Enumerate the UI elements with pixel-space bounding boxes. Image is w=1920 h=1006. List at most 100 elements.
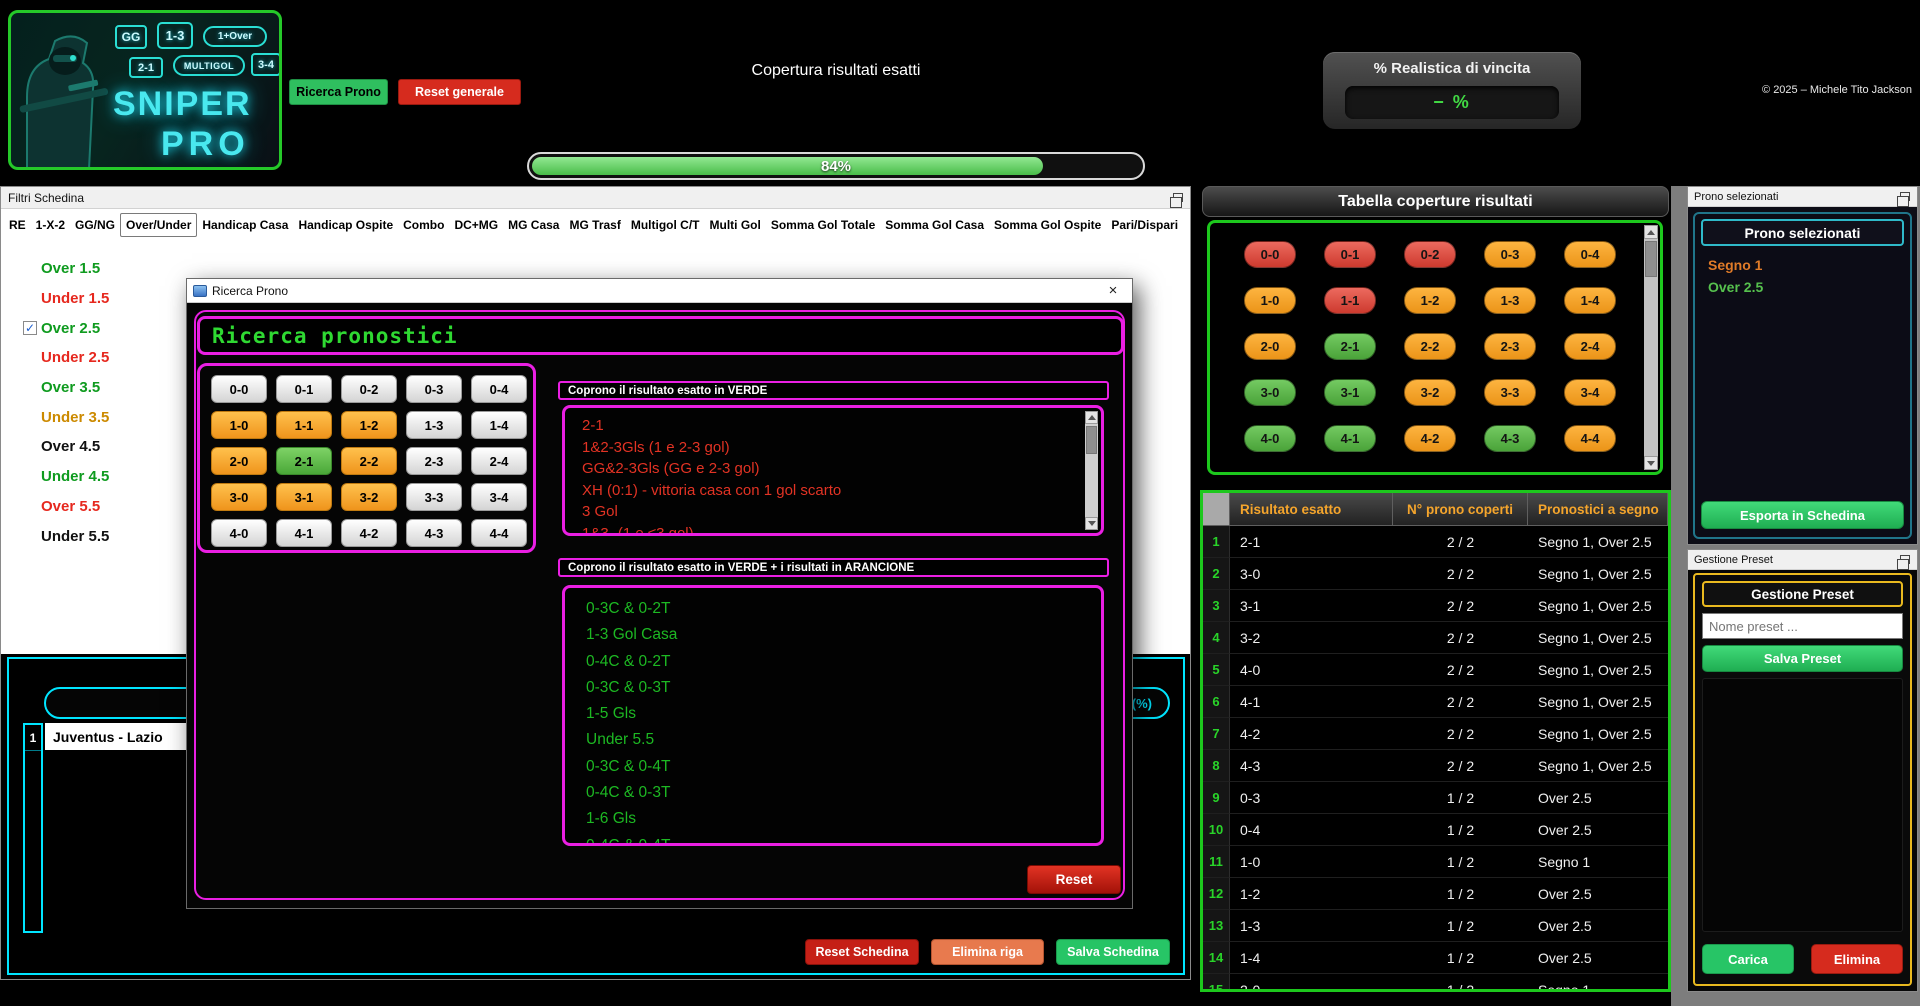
- score-button-0-2[interactable]: 0-2: [341, 375, 397, 403]
- reset-button[interactable]: Reset: [1027, 865, 1121, 894]
- elimina-button[interactable]: Elimina: [1811, 944, 1903, 974]
- elimina-riga-button[interactable]: Elimina riga: [931, 939, 1044, 965]
- score-button-4-1[interactable]: 4-1: [276, 519, 332, 547]
- arancione-list-item[interactable]: 1-6 Gls: [586, 806, 1101, 832]
- score-button-0-0[interactable]: 0-0: [211, 375, 267, 403]
- score-button-4-4[interactable]: 4-4: [471, 519, 527, 547]
- tab-combo[interactable]: Combo: [398, 214, 449, 236]
- arancione-list-item[interactable]: 0-4C & 0-4T: [586, 833, 1101, 846]
- table-row[interactable]: 111-01 / 2Segno 1: [1203, 846, 1668, 878]
- restore-icon[interactable]: [1173, 193, 1183, 202]
- score-button-1-0[interactable]: 1-0: [211, 411, 267, 439]
- arancione-list-item[interactable]: 0-3C & 0-4T: [586, 754, 1101, 780]
- verde-list-item[interactable]: 1&2-3Gls (1 e 2-3 gol): [582, 437, 1101, 459]
- tab-multi-gol[interactable]: Multi Gol: [705, 214, 766, 236]
- score-button-2-2[interactable]: 2-2: [341, 447, 397, 475]
- restore-icon[interactable]: [1900, 555, 1910, 564]
- verde-list-item[interactable]: 3 Gol: [582, 501, 1101, 523]
- score-button-1-2[interactable]: 1-2: [341, 411, 397, 439]
- score-button-4-2[interactable]: 4-2: [341, 519, 397, 547]
- score-button-1-3[interactable]: 1-3: [406, 411, 462, 439]
- table-row[interactable]: 74-22 / 2Segno 1, Over 2.5: [1203, 718, 1668, 750]
- table-row[interactable]: 64-12 / 2Segno 1, Over 2.5: [1203, 686, 1668, 718]
- reset-generale-button[interactable]: Reset generale: [398, 79, 521, 105]
- table-row[interactable]: 121-21 / 2Over 2.5: [1203, 878, 1668, 910]
- arancione-list-item[interactable]: 0-4C & 0-3T: [586, 780, 1101, 806]
- arancione-list-item[interactable]: 1-3 Gol Casa: [586, 622, 1101, 648]
- esporta-in-schedina-button[interactable]: Esporta in Schedina: [1701, 501, 1904, 529]
- table-row[interactable]: 141-41 / 2Over 2.5: [1203, 942, 1668, 974]
- close-icon[interactable]: ×: [1094, 279, 1132, 303]
- restore-icon[interactable]: [1900, 192, 1910, 201]
- score-button-3-4[interactable]: 3-4: [471, 483, 527, 511]
- score-button-3-0[interactable]: 3-0: [211, 483, 267, 511]
- scrollbar[interactable]: [1085, 411, 1098, 530]
- score-button-4-3[interactable]: 4-3: [406, 519, 462, 547]
- tab-somma-gol-totale[interactable]: Somma Gol Totale: [766, 214, 880, 236]
- arancione-list-item[interactable]: 0-3C & 0-2T: [586, 596, 1101, 622]
- table-row[interactable]: 84-32 / 2Segno 1, Over 2.5: [1203, 750, 1668, 782]
- verde-list-item[interactable]: 2-1: [582, 415, 1101, 437]
- scroll-up-icon[interactable]: [1085, 411, 1098, 424]
- table-row[interactable]: 12-12 / 2Segno 1, Over 2.5: [1203, 526, 1668, 558]
- scroll-thumb[interactable]: [1086, 426, 1097, 454]
- tab-multigol-c-t[interactable]: Multigol C/T: [626, 214, 705, 236]
- ricerca-prono-button[interactable]: Ricerca Prono: [289, 79, 388, 105]
- salva-schedina-button[interactable]: Salva Schedina: [1056, 939, 1170, 965]
- verde-list-item[interactable]: GG&2-3Gls (GG e 2-3 gol): [582, 458, 1101, 480]
- scroll-down-icon[interactable]: [1085, 517, 1098, 530]
- table-row[interactable]: 33-12 / 2Segno 1, Over 2.5: [1203, 590, 1668, 622]
- score-button-2-3[interactable]: 2-3: [406, 447, 462, 475]
- preset-name-input[interactable]: [1702, 613, 1903, 639]
- tab-over-under[interactable]: Over/Under: [120, 213, 197, 237]
- score-button-2-4[interactable]: 2-4: [471, 447, 527, 475]
- tab-handicap-ospite[interactable]: Handicap Ospite: [293, 214, 398, 236]
- tab-dc-mg[interactable]: DC+MG: [449, 214, 503, 236]
- scrollbar[interactable]: [1644, 225, 1658, 470]
- score-button-3-2[interactable]: 3-2: [341, 483, 397, 511]
- table-row[interactable]: 54-02 / 2Segno 1, Over 2.5: [1203, 654, 1668, 686]
- score-button-3-1[interactable]: 3-1: [276, 483, 332, 511]
- arancione-list-item[interactable]: 0-3C & 0-3T: [586, 675, 1101, 701]
- scroll-up-icon[interactable]: [1644, 225, 1658, 239]
- tab-mg-trasf[interactable]: MG Trasf: [564, 214, 625, 236]
- scroll-down-icon[interactable]: [1644, 456, 1658, 470]
- checkbox-checked-icon[interactable]: ✓: [23, 321, 37, 335]
- score-button-2-0[interactable]: 2-0: [211, 447, 267, 475]
- tab-pari-dispari[interactable]: Pari/Dispari: [1106, 214, 1183, 236]
- score-button-3-3[interactable]: 3-3: [406, 483, 462, 511]
- verde-list-item[interactable]: XH (0:1) - vittoria casa con 1 gol scart…: [582, 480, 1101, 502]
- score-button-1-4[interactable]: 1-4: [471, 411, 527, 439]
- tab-handicap-casa[interactable]: Handicap Casa: [197, 214, 293, 236]
- tab-somma-gol-ospite[interactable]: Somma Gol Ospite: [989, 214, 1106, 236]
- table-row[interactable]: 90-31 / 2Over 2.5: [1203, 782, 1668, 814]
- table-row[interactable]: 152-01 / 2Segno 1: [1203, 974, 1668, 992]
- arancione-list-item[interactable]: Under 5.5: [586, 727, 1101, 753]
- table-row[interactable]: 43-22 / 2Segno 1, Over 2.5: [1203, 622, 1668, 654]
- cell-risultato: 4-0: [1230, 654, 1393, 686]
- score-button-2-1[interactable]: 2-1: [276, 447, 332, 475]
- carica-button[interactable]: Carica: [1702, 944, 1794, 974]
- tab-somma-gol-casa[interactable]: Somma Gol Casa: [880, 214, 989, 236]
- score-button-4-0[interactable]: 4-0: [211, 519, 267, 547]
- scroll-thumb[interactable]: [1645, 241, 1657, 277]
- score-button-0-3[interactable]: 0-3: [406, 375, 462, 403]
- score-button-0-4[interactable]: 0-4: [471, 375, 527, 403]
- tab-1-x-2[interactable]: 1-X-2: [31, 214, 70, 236]
- arancione-list-item[interactable]: 0-4C & 0-2T: [586, 649, 1101, 675]
- table-row[interactable]: 23-02 / 2Segno 1, Over 2.5: [1203, 558, 1668, 590]
- verde-list-item[interactable]: 1&3- (1 e ≤3 gol): [582, 523, 1101, 537]
- coperture-grid: 0-00-10-20-30-41-01-11-21-31-42-02-12-22…: [1207, 220, 1663, 475]
- tab-mg-casa[interactable]: MG Casa: [503, 214, 564, 236]
- preset-list[interactable]: [1702, 678, 1903, 932]
- arancione-list-item[interactable]: 1-5 Gls: [586, 701, 1101, 727]
- table-row[interactable]: 100-41 / 2Over 2.5: [1203, 814, 1668, 846]
- score-button-0-1[interactable]: 0-1: [276, 375, 332, 403]
- reset-schedina-button[interactable]: Reset Schedina: [805, 939, 919, 965]
- score-button-1-1[interactable]: 1-1: [276, 411, 332, 439]
- tab-gg-ng[interactable]: GG/NG: [70, 214, 120, 236]
- cell-coperti: 2 / 2: [1393, 590, 1528, 622]
- salva-preset-button[interactable]: Salva Preset: [1702, 645, 1903, 672]
- table-row[interactable]: 131-31 / 2Over 2.5: [1203, 910, 1668, 942]
- tab-re[interactable]: RE: [4, 214, 31, 236]
